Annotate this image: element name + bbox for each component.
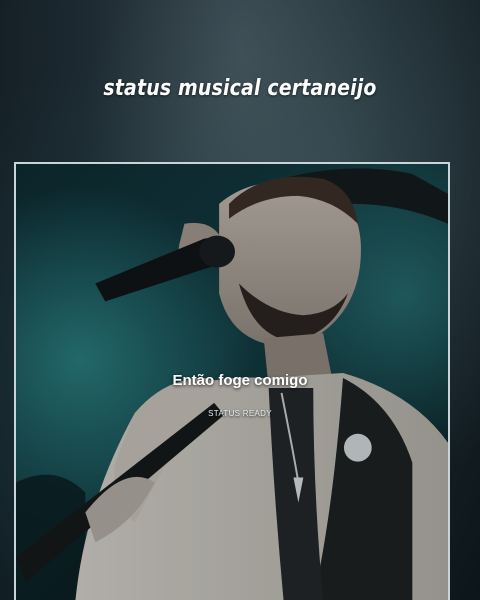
status-video-screen: status musical certaneijo Então foge com… [0,0,480,600]
lyrics-caption: Então foge comigo [172,372,308,389]
watermark-text: STATUS READY [208,409,272,418]
page-title: status musical certaneijo [103,76,377,101]
